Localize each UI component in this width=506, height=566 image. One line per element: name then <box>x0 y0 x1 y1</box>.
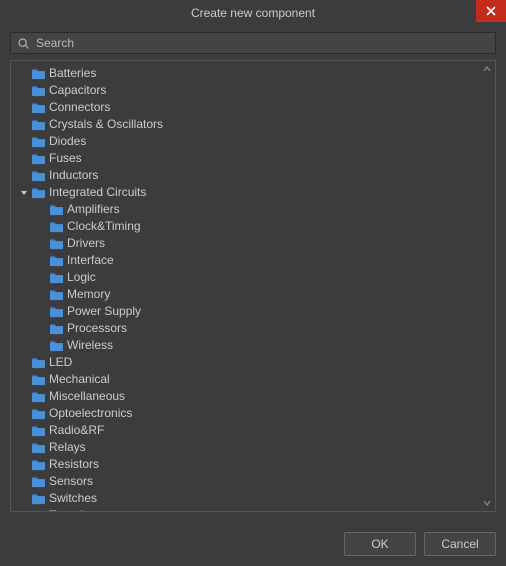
tree-item[interactable]: Interface <box>11 252 495 269</box>
tree-item[interactable]: Radio&RF <box>11 422 495 439</box>
tree-item-label: Diodes <box>49 133 86 150</box>
tree-item-label: Optoelectronics <box>49 405 132 422</box>
close-button[interactable] <box>476 0 506 22</box>
folder-icon <box>31 373 46 386</box>
folder-icon <box>49 305 64 318</box>
tree-item[interactable]: Processors <box>11 320 495 337</box>
folder-icon <box>31 67 46 80</box>
tree-item-label: Inductors <box>49 167 98 184</box>
tree-item[interactable]: Integrated Circuits <box>11 184 495 201</box>
tree-item-label: Drivers <box>67 235 105 252</box>
search-field[interactable] <box>10 32 496 54</box>
tree-item-label: Processors <box>67 320 127 337</box>
tree-item[interactable]: Amplifiers <box>11 201 495 218</box>
folder-icon <box>31 186 46 199</box>
tree-item[interactable]: Logic <box>11 269 495 286</box>
tree-item-label: Power Supply <box>67 303 141 320</box>
tree-item[interactable]: Inductors <box>11 167 495 184</box>
folder-icon <box>49 288 64 301</box>
ok-button[interactable]: OK <box>344 532 416 556</box>
tree-item-label: Resistors <box>49 456 99 473</box>
tree-item[interactable]: Fuses <box>11 150 495 167</box>
tree-item-label: Clock&Timing <box>67 218 141 235</box>
tree-item-label: Mechanical <box>49 371 110 388</box>
expander-open-icon[interactable] <box>19 189 29 197</box>
tree-item[interactable]: Resistors <box>11 456 495 473</box>
scroll-down[interactable] <box>481 497 493 509</box>
tree-item[interactable]: Transformers <box>11 507 495 511</box>
folder-icon <box>49 203 64 216</box>
folder-icon <box>49 322 64 335</box>
tree-item-label: LED <box>49 354 72 371</box>
tree-item-label: Logic <box>67 269 96 286</box>
tree-item[interactable]: Clock&Timing <box>11 218 495 235</box>
tree-item-label: Miscellaneous <box>49 388 125 405</box>
folder-icon <box>31 169 46 182</box>
titlebar: Create new component <box>0 0 506 26</box>
tree-item-label: Radio&RF <box>49 422 104 439</box>
tree-item-label: Crystals & Oscillators <box>49 116 163 133</box>
search-input[interactable] <box>36 36 489 50</box>
folder-icon <box>31 390 46 403</box>
tree-item-label: Amplifiers <box>67 201 120 218</box>
tree-item-label: Transformers <box>49 507 120 511</box>
tree-item-label: Wireless <box>67 337 113 354</box>
close-icon <box>486 6 496 16</box>
tree-item[interactable]: Sensors <box>11 473 495 490</box>
tree-item[interactable]: Diodes <box>11 133 495 150</box>
folder-icon <box>31 118 46 131</box>
tree-item-label: Switches <box>49 490 97 507</box>
tree-item-label: Relays <box>49 439 86 456</box>
folder-icon <box>31 458 46 471</box>
tree-item[interactable]: Capacitors <box>11 82 495 99</box>
folder-icon <box>31 84 46 97</box>
folder-icon <box>31 509 46 511</box>
folder-icon <box>49 237 64 250</box>
tree-item[interactable]: LED <box>11 354 495 371</box>
cancel-button[interactable]: Cancel <box>424 532 496 556</box>
folder-icon <box>31 475 46 488</box>
folder-icon <box>31 135 46 148</box>
tree-item[interactable]: Batteries <box>11 65 495 82</box>
tree-item-label: Memory <box>67 286 110 303</box>
window-title: Create new component <box>191 6 315 20</box>
tree-item-label: Interface <box>67 252 114 269</box>
tree-item[interactable]: Wireless <box>11 337 495 354</box>
tree-item[interactable]: Memory <box>11 286 495 303</box>
folder-icon <box>49 271 64 284</box>
folder-icon <box>49 220 64 233</box>
tree-item[interactable]: Miscellaneous <box>11 388 495 405</box>
tree-item-label: Sensors <box>49 473 93 490</box>
tree-item-label: Capacitors <box>49 82 106 99</box>
tree-item[interactable]: Drivers <box>11 235 495 252</box>
tree-item[interactable]: Switches <box>11 490 495 507</box>
folder-icon <box>31 424 46 437</box>
tree-item[interactable]: Optoelectronics <box>11 405 495 422</box>
category-tree[interactable]: BatteriesCapacitorsConnectorsCrystals & … <box>11 61 495 511</box>
category-tree-panel: BatteriesCapacitorsConnectorsCrystals & … <box>10 60 496 512</box>
dialog-button-bar: OK Cancel <box>0 522 506 566</box>
tree-item[interactable]: Relays <box>11 439 495 456</box>
scroll-up[interactable] <box>481 63 493 75</box>
tree-item[interactable]: Power Supply <box>11 303 495 320</box>
folder-icon <box>31 101 46 114</box>
search-icon <box>17 37 30 50</box>
tree-item-label: Batteries <box>49 65 96 82</box>
folder-icon <box>31 152 46 165</box>
tree-item-label: Fuses <box>49 150 82 167</box>
folder-icon <box>31 441 46 454</box>
folder-icon <box>31 492 46 505</box>
folder-icon <box>49 254 64 267</box>
tree-item[interactable]: Mechanical <box>11 371 495 388</box>
tree-item[interactable]: Crystals & Oscillators <box>11 116 495 133</box>
folder-icon <box>49 339 64 352</box>
tree-item-label: Connectors <box>49 99 110 116</box>
tree-item-label: Integrated Circuits <box>49 184 146 201</box>
folder-icon <box>31 356 46 369</box>
folder-icon <box>31 407 46 420</box>
tree-item[interactable]: Connectors <box>11 99 495 116</box>
